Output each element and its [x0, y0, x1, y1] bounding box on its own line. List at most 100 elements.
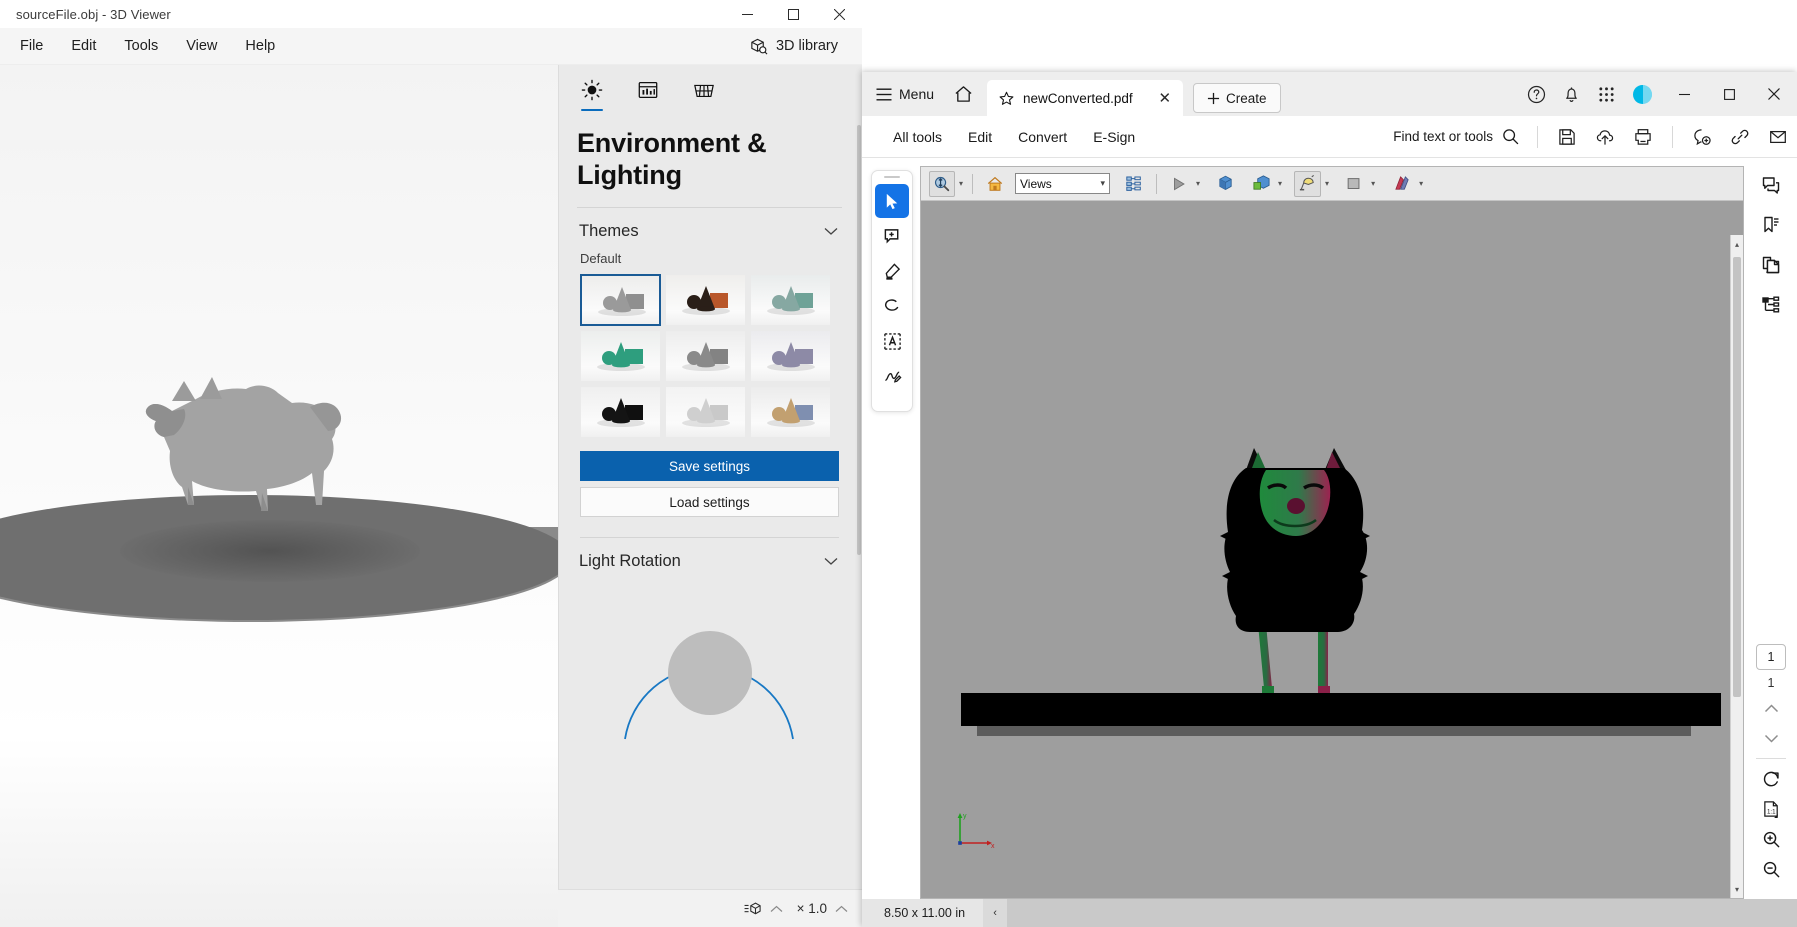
light-rotation-dial[interactable]	[577, 589, 842, 749]
find-text-or-tools[interactable]: Find text or tools	[1393, 128, 1527, 145]
render-mode-caret[interactable]: ▾	[1419, 179, 1423, 188]
menu-edit[interactable]: Edit	[57, 32, 110, 60]
rotate-view-button[interactable]	[1755, 765, 1787, 793]
cube-blue-icon[interactable]	[1212, 171, 1238, 197]
dial-knob-handle[interactable]	[667, 631, 752, 716]
3d-rotate-icon[interactable]	[929, 170, 955, 197]
next-page-button[interactable]	[1755, 724, 1787, 752]
theme-orange-dark[interactable]	[665, 274, 746, 326]
tab-convert[interactable]: Convert	[1005, 123, 1080, 151]
load-settings-button[interactable]: Load settings	[580, 487, 839, 518]
scroll-down-arrow[interactable]: ▾	[1731, 882, 1743, 896]
theme-green[interactable]	[580, 330, 661, 382]
pages-panel-button[interactable]	[1754, 248, 1788, 282]
model-stats-icon[interactable]	[744, 901, 762, 917]
draw-tool[interactable]	[875, 289, 909, 323]
panel-scrollbar[interactable]	[855, 115, 862, 660]
tab-edit[interactable]: Edit	[955, 123, 1005, 151]
chevron-down-icon-2[interactable]	[824, 557, 838, 566]
comment-tool[interactable]	[875, 219, 909, 253]
bell-icon[interactable]	[1555, 78, 1587, 110]
layers-panel-button[interactable]	[1754, 288, 1788, 322]
text-edit-tool[interactable]	[875, 324, 909, 358]
background-caret[interactable]: ▾	[1371, 179, 1375, 188]
tab-statistics[interactable]	[633, 73, 663, 107]
page-number-input[interactable]: 1	[1756, 644, 1786, 670]
viewer-close-button[interactable]	[816, 0, 862, 28]
pdf-vertical-scrollbar[interactable]: ▴ ▾	[1730, 235, 1743, 898]
toolrail-grip[interactable]	[884, 176, 900, 178]
theme-white[interactable]	[665, 386, 746, 438]
views-select[interactable]: Views ▾	[1015, 173, 1111, 194]
model-stats-group[interactable]	[744, 901, 783, 917]
save-icon[interactable]	[1552, 122, 1582, 152]
acrobat-menu-button[interactable]: Menu	[870, 72, 944, 116]
tab-all-tools[interactable]: All tools	[880, 123, 955, 151]
home-orange-icon[interactable]	[982, 171, 1008, 197]
cloud-upload-icon[interactable]	[1590, 122, 1620, 152]
zoom-out-button[interactable]	[1755, 855, 1787, 883]
print-icon[interactable]	[1628, 122, 1658, 152]
acrobat-home-button[interactable]	[944, 72, 983, 116]
highlight-tool[interactable]	[875, 254, 909, 288]
search-icon[interactable]	[1502, 128, 1519, 145]
save-settings-button[interactable]: Save settings	[580, 451, 839, 482]
pdf-page-canvas[interactable]: y x ▴ ▾	[921, 201, 1743, 898]
cross-section-caret[interactable]: ▾	[1278, 179, 1282, 188]
select-tool[interactable]	[875, 184, 909, 218]
sign-tool[interactable]	[875, 359, 909, 393]
acrobat-close-button[interactable]	[1753, 72, 1795, 116]
comments-panel-button[interactable]	[1754, 168, 1788, 202]
model-tree-icon[interactable]	[1121, 171, 1147, 197]
avatar[interactable]	[1633, 84, 1652, 104]
theme-teal-soft[interactable]	[750, 274, 831, 326]
theme-black[interactable]	[580, 386, 661, 438]
render-mode-icon[interactable]	[1389, 171, 1415, 197]
tab-grid[interactable]	[689, 73, 719, 107]
tab-esign[interactable]: E-Sign	[1080, 123, 1148, 151]
menu-help[interactable]: Help	[231, 32, 289, 60]
background-color-icon[interactable]	[1341, 171, 1367, 197]
mail-icon[interactable]	[1763, 122, 1793, 152]
play-caret[interactable]: ▾	[1196, 179, 1200, 188]
statusbar-collapse-button[interactable]: ‹	[983, 899, 1008, 927]
acrobat-document-tab[interactable]: newConverted.pdf ✕	[987, 80, 1184, 116]
zoom-group[interactable]: × 1.0	[797, 901, 848, 916]
panel-scroll-region[interactable]: Environment & Lighting Themes Default Sa…	[559, 115, 862, 927]
zoom-caret[interactable]	[835, 905, 848, 913]
apps-grid-icon[interactable]	[1590, 78, 1622, 110]
theme-gray-light[interactable]	[580, 274, 661, 327]
viewer-3d-canvas[interactable]	[0, 65, 558, 927]
link-icon[interactable]	[1725, 122, 1755, 152]
theme-violet[interactable]	[750, 330, 831, 382]
scroll-up-arrow[interactable]: ▴	[1731, 237, 1743, 251]
panel-scroll-thumb[interactable]	[857, 125, 861, 555]
acrobat-minimize-button[interactable]	[1663, 72, 1705, 116]
fit-page-button[interactable]: 1:1	[1755, 795, 1787, 823]
viewer-minimize-button[interactable]	[724, 0, 770, 28]
chevron-down-icon[interactable]	[824, 227, 838, 236]
create-button[interactable]: Create	[1193, 83, 1281, 113]
theme-neutral[interactable]	[665, 330, 746, 382]
themes-section-header[interactable]: Themes	[577, 208, 842, 251]
zoom-in-button[interactable]	[1755, 825, 1787, 853]
menu-view[interactable]: View	[172, 32, 231, 60]
model-stats-caret[interactable]	[770, 905, 783, 913]
acrobat-maximize-button[interactable]	[1708, 72, 1750, 116]
rotate-caret[interactable]: ▾	[959, 179, 963, 188]
tab-environment-lighting[interactable]	[577, 73, 607, 111]
lighting-icon[interactable]	[1294, 170, 1322, 197]
bookmarks-panel-button[interactable]	[1754, 208, 1788, 242]
menu-tools[interactable]: Tools	[110, 32, 172, 60]
theme-colorful[interactable]	[750, 386, 831, 438]
pdf-scroll-thumb[interactable]	[1733, 257, 1741, 697]
cross-section-icon[interactable]	[1248, 171, 1274, 197]
play-icon[interactable]	[1166, 171, 1192, 197]
3d-library-button[interactable]: 3D library	[739, 32, 848, 61]
menu-file[interactable]: File	[6, 32, 57, 60]
comment-add-icon[interactable]	[1687, 122, 1717, 152]
lighting-caret[interactable]: ▾	[1325, 179, 1329, 188]
light-rotation-section-header[interactable]: Light Rotation	[577, 538, 842, 581]
star-icon[interactable]	[999, 91, 1014, 106]
previous-page-button[interactable]	[1755, 694, 1787, 722]
